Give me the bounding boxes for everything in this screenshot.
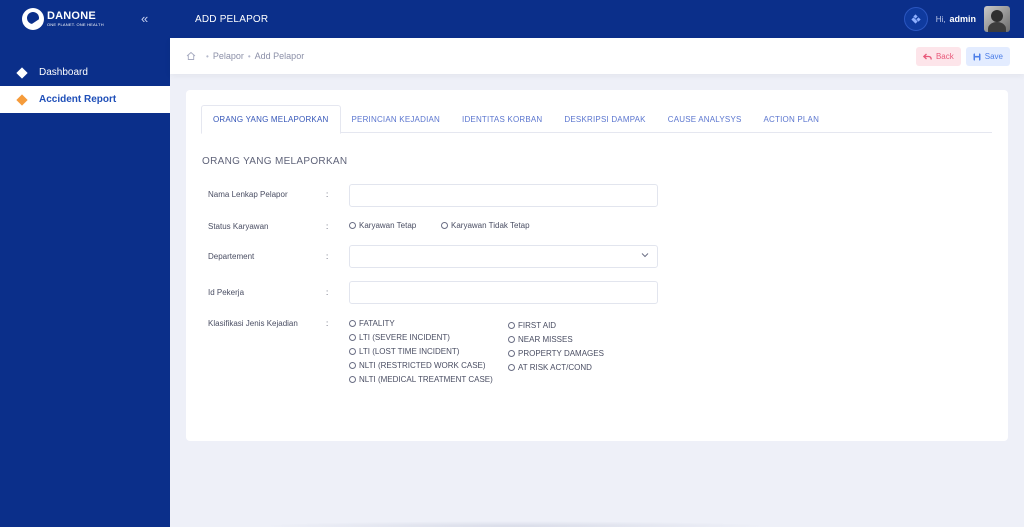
danone-logo[interactable]: DANONE ONE PLANET. ONE HEALTH xyxy=(22,8,104,30)
breadcrumb-separator: • xyxy=(247,51,251,61)
accident-report-icon xyxy=(16,93,28,106)
tab-cause-analysys[interactable]: CAUSE ANALYSYS xyxy=(657,105,753,133)
colon: : xyxy=(326,319,329,328)
danone-logo-icon xyxy=(22,8,44,30)
klasifikasi-label: Klasifikasi Jenis Kejadian xyxy=(208,319,298,328)
colon: : xyxy=(326,252,329,261)
page-actions: Back Save xyxy=(915,47,1010,66)
radio-nlti-medical[interactable]: NLTI (MEDICAL TREATMENT CASE) xyxy=(349,375,493,384)
brand-tagline: ONE PLANET. ONE HEALTH xyxy=(47,22,104,27)
tab-deskripsi-dampak[interactable]: DESKRIPSI DAMPAK xyxy=(553,105,656,133)
breadcrumb-item-pelapor[interactable]: Pelapor xyxy=(213,51,244,61)
colon: : xyxy=(326,222,329,231)
colon: : xyxy=(326,190,329,199)
breadcrumb-item-add-pelapor: Add Pelapor xyxy=(254,51,305,61)
breadcrumb-separator: • xyxy=(206,51,209,61)
tab-identitas-korban[interactable]: IDENTITAS KORBAN xyxy=(451,105,553,133)
form-card: ORANG YANG MELAPORKAN PERINCIAN KEJADIAN… xyxy=(186,90,1008,441)
save-icon xyxy=(973,53,981,60)
radio-karyawan-tidak-tetap[interactable]: Karyawan Tidak Tetap xyxy=(441,221,530,230)
sidebar-item-dashboard[interactable]: Dashboard xyxy=(0,59,170,86)
section-title: ORANG YANG MELAPORKAN xyxy=(202,156,348,167)
nama-input[interactable] xyxy=(349,184,658,207)
radio-lti-severe[interactable]: LTI (SEVERE INCIDENT) xyxy=(349,333,450,342)
sidebar-item-label: Accident Report xyxy=(39,94,117,105)
radio-at-risk-act-cond[interactable]: AT RISK ACT/COND xyxy=(508,363,592,372)
tab-perincian-kejadian[interactable]: PERINCIAN KEJADIAN xyxy=(341,105,452,133)
radio-karyawan-tetap[interactable]: Karyawan Tetap xyxy=(349,221,416,230)
avatar[interactable] xyxy=(984,6,1010,32)
breadcrumb: • Pelapor • Add Pelapor xyxy=(186,51,304,61)
subheader: • Pelapor • Add Pelapor Back Save xyxy=(170,38,1024,74)
radio-nlti-restricted[interactable]: NLTI (RESTRICTED WORK CASE) xyxy=(349,361,486,370)
greeting: Hi, xyxy=(935,14,946,24)
radio-fatality[interactable]: FATALITY xyxy=(349,319,395,328)
footer-shadow xyxy=(260,521,770,527)
sidebar: DANONE ONE PLANET. ONE HEALTH « Dashboar… xyxy=(0,0,170,527)
sidebar-item-label: Dashboard xyxy=(39,67,88,78)
radio-near-misses[interactable]: NEAR MISSES xyxy=(508,335,573,344)
departement-select[interactable] xyxy=(349,245,658,268)
dashboard-icon xyxy=(16,66,28,79)
user-area: Hi, admin xyxy=(903,6,1010,32)
sidebar-nav: Dashboard Accident Report xyxy=(0,59,170,113)
colon: : xyxy=(326,288,329,297)
brand-name: DANONE xyxy=(47,10,96,22)
sidebar-item-accident-report[interactable]: Accident Report xyxy=(0,86,170,113)
tab-bar: ORANG YANG MELAPORKAN PERINCIAN KEJADIAN… xyxy=(201,105,992,134)
chevron-down-icon xyxy=(641,253,649,258)
collapse-sidebar-icon[interactable]: « xyxy=(141,11,148,26)
username[interactable]: admin xyxy=(949,14,976,24)
id-pekerja-input[interactable] xyxy=(349,281,658,304)
page-title: ADD PELAPOR xyxy=(195,13,269,25)
radio-lti-lost-time[interactable]: LTI (LOST TIME INCIDENT) xyxy=(349,347,459,356)
notification-icon[interactable] xyxy=(903,7,928,31)
radio-property-damages[interactable]: PROPERTY DAMAGES xyxy=(508,349,604,358)
id-pekerja-label: Id Pekerja xyxy=(208,288,245,297)
save-button[interactable]: Save xyxy=(965,47,1010,66)
departement-label: Departement xyxy=(208,252,255,261)
tab-orang-yang-melaporkan[interactable]: ORANG YANG MELAPORKAN xyxy=(201,105,341,134)
back-button[interactable]: Back xyxy=(915,47,961,66)
status-label: Status Karyawan xyxy=(208,222,269,231)
back-arrow-icon xyxy=(922,53,932,60)
topbar: ADD PELAPOR Hi, admin xyxy=(170,0,1024,38)
home-icon[interactable] xyxy=(186,51,196,61)
brand: DANONE ONE PLANET. ONE HEALTH « xyxy=(0,0,170,38)
radio-first-aid[interactable]: FIRST AID xyxy=(508,321,556,330)
nama-label: Nama Lenkap Pelapor xyxy=(208,190,288,199)
tab-action-plan[interactable]: ACTION PLAN xyxy=(753,105,831,133)
